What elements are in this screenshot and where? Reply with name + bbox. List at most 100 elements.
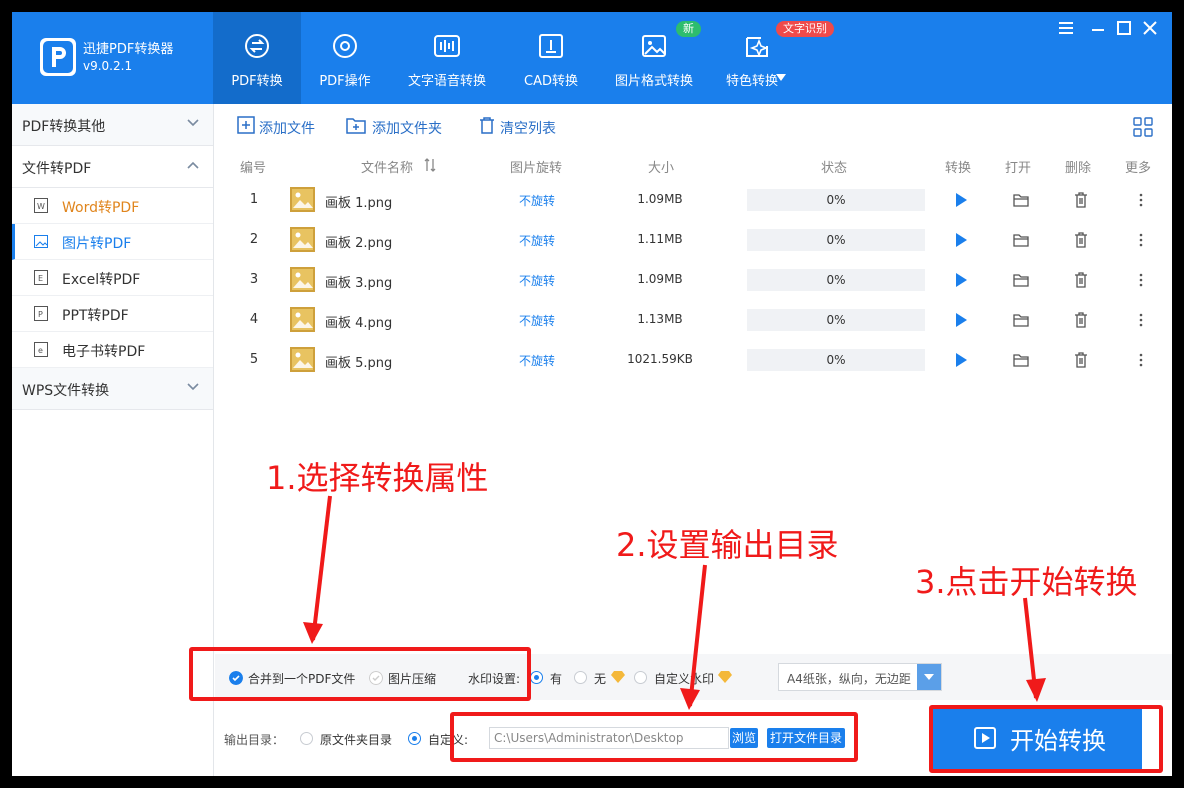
output-dir-label: 输出目录： (224, 733, 285, 747)
file-toolbar: 添加文件 添加文件夹 清空列表 (215, 104, 1172, 148)
status-progress: 0% (747, 349, 925, 371)
sidebar-item-excel-to-pdf[interactable]: E Excel转PDF (12, 260, 213, 296)
more-options-icon[interactable] (1132, 231, 1150, 249)
sidebar-item-label: Excel转PDF (62, 272, 141, 288)
annotation-step-3: 3.点击开始转换 (915, 563, 1138, 601)
trash-icon[interactable] (1072, 311, 1090, 329)
play-icon[interactable] (952, 351, 970, 369)
file-name: 画板 3.png (325, 276, 393, 291)
trash-icon[interactable] (1072, 271, 1090, 289)
paper-select[interactable]: A4纸张，纵向，无边距 (778, 663, 942, 691)
tab-cad-convert[interactable]: CAD转换 (508, 12, 594, 104)
folder-open-icon[interactable] (1012, 311, 1030, 329)
paper-dropdown-button[interactable] (917, 664, 941, 690)
row-number: 5 (249, 352, 259, 367)
rotate-select[interactable]: 不旋转 (511, 192, 563, 209)
maximize-icon[interactable] (1114, 18, 1134, 38)
add-file-icon (237, 116, 255, 134)
folder-open-icon[interactable] (1012, 191, 1030, 209)
table-row: 5 画板 5.png 不旋转 1021.59KB 0% (215, 340, 1172, 380)
more-options-icon[interactable] (1132, 191, 1150, 209)
annotation-step-2: 2.设置输出目录 (616, 526, 839, 564)
output-source-label: 原文件夹目录 (320, 733, 393, 747)
sidebar-item-label: 图片转PDF (62, 236, 132, 252)
rotate-select[interactable]: 不旋转 (511, 272, 563, 289)
app-version: v9.0.2.1 (83, 59, 133, 73)
rotate-select[interactable]: 不旋转 (511, 312, 563, 329)
close-icon[interactable] (1140, 18, 1160, 38)
table-row: 1 画板 1.png 不旋转 1.09MB 0% (215, 180, 1172, 220)
tab-pdf-convert[interactable]: PDF转换 (213, 12, 301, 104)
col-rotate: 图片旋转 (510, 161, 563, 176)
more-options-icon[interactable] (1132, 351, 1150, 369)
table-header: 编号 文件名称 图片旋转 大小 状态 转换 打开 删除 更多 (215, 152, 1172, 178)
watermark-custom-radio[interactable] (634, 671, 647, 684)
col-size: 大小 (648, 161, 675, 176)
tab-label: 文字语音转换 (407, 74, 486, 89)
tab-label: 图片格式转换 (614, 74, 693, 89)
table-row: 2 画板 2.png 不旋转 1.11MB 0% (215, 220, 1172, 260)
sparkle-icon (746, 37, 769, 58)
image-thumbnail-icon (290, 347, 315, 372)
sidebar-group-file-to-pdf[interactable]: 文件转PDF (12, 146, 213, 188)
col-open: 打开 (1005, 161, 1032, 176)
file-name: 画板 4.png (325, 316, 393, 331)
watermark-yes-radio[interactable] (530, 671, 543, 684)
rotate-select[interactable]: 不旋转 (511, 232, 563, 249)
trash-icon[interactable] (1072, 191, 1090, 209)
sidebar-group-pdf-other[interactable]: PDF转换其他 (12, 104, 213, 146)
folder-open-icon[interactable] (1012, 231, 1030, 249)
vip-diamond-icon (718, 671, 732, 683)
image-thumbnail-icon (290, 227, 315, 252)
row-number: 2 (249, 232, 259, 247)
image-thumbnail-icon (290, 187, 315, 212)
watermark-no-radio[interactable] (574, 671, 587, 684)
play-icon[interactable] (952, 231, 970, 249)
audio-wave-icon (434, 35, 460, 57)
sidebar-group-label: WPS文件转换 (22, 383, 110, 399)
add-file-label: 添加文件 (259, 121, 315, 137)
app-window: 迅捷PDF转换器 v9.0.2.1 PDF转换 PDF操作 文字语音转换 CAD… (12, 12, 1172, 776)
tab-label: 特色转换 (725, 74, 778, 89)
trash-icon[interactable] (1072, 351, 1090, 369)
gear-icon (333, 34, 357, 58)
sidebar-item-ppt-to-pdf[interactable]: P PPT转PDF (12, 296, 213, 332)
trash-icon[interactable] (1072, 231, 1090, 249)
tab-label: PDF操作 (319, 74, 371, 89)
add-folder-icon (346, 118, 366, 134)
file-name: 画板 1.png (325, 196, 393, 211)
tab-pdf-operate[interactable]: PDF操作 (301, 12, 389, 104)
sort-icon[interactable] (424, 158, 436, 172)
col-status: 状态 (821, 161, 848, 176)
sidebar-item-word-to-pdf[interactable]: W Word转PDF (12, 188, 213, 224)
play-icon[interactable] (952, 191, 970, 209)
output-source-radio[interactable] (300, 732, 313, 745)
annotation-box-output (450, 712, 858, 762)
status-progress: 0% (747, 269, 925, 291)
sidebar-item-image-to-pdf[interactable]: 图片转PDF (12, 224, 213, 260)
sidebar-group-label: 文件转PDF (22, 161, 92, 177)
file-size: 1.09MB (637, 192, 683, 206)
folder-open-icon[interactable] (1012, 351, 1030, 369)
svg-text:e: e (38, 346, 43, 355)
svg-text:E: E (38, 274, 43, 283)
output-custom-radio[interactable] (408, 732, 421, 745)
image-icon (642, 35, 666, 57)
col-filename[interactable]: 文件名称 (361, 157, 413, 176)
top-bar: 迅捷PDF转换器 v9.0.2.1 PDF转换 PDF操作 文字语音转换 CAD… (12, 12, 1172, 104)
ebook-file-icon: e (34, 342, 48, 357)
play-icon[interactable] (952, 311, 970, 329)
folder-open-icon[interactable] (1012, 271, 1030, 289)
file-name: 画板 5.png (325, 356, 393, 371)
more-options-icon[interactable] (1132, 311, 1150, 329)
minimize-icon[interactable] (1088, 18, 1108, 38)
sidebar-item-ebook-to-pdf[interactable]: e 电子书转PDF (12, 332, 213, 368)
more-options-icon[interactable] (1132, 271, 1150, 289)
tab-text-speech[interactable]: 文字语音转换 (392, 12, 502, 104)
tab-label: CAD转换 (524, 74, 578, 89)
play-icon[interactable] (952, 271, 970, 289)
grid-view-icon[interactable] (1133, 117, 1153, 137)
menu-icon[interactable] (1056, 18, 1076, 38)
rotate-select[interactable]: 不旋转 (511, 352, 563, 369)
sidebar-group-wps[interactable]: WPS文件转换 (12, 368, 213, 410)
